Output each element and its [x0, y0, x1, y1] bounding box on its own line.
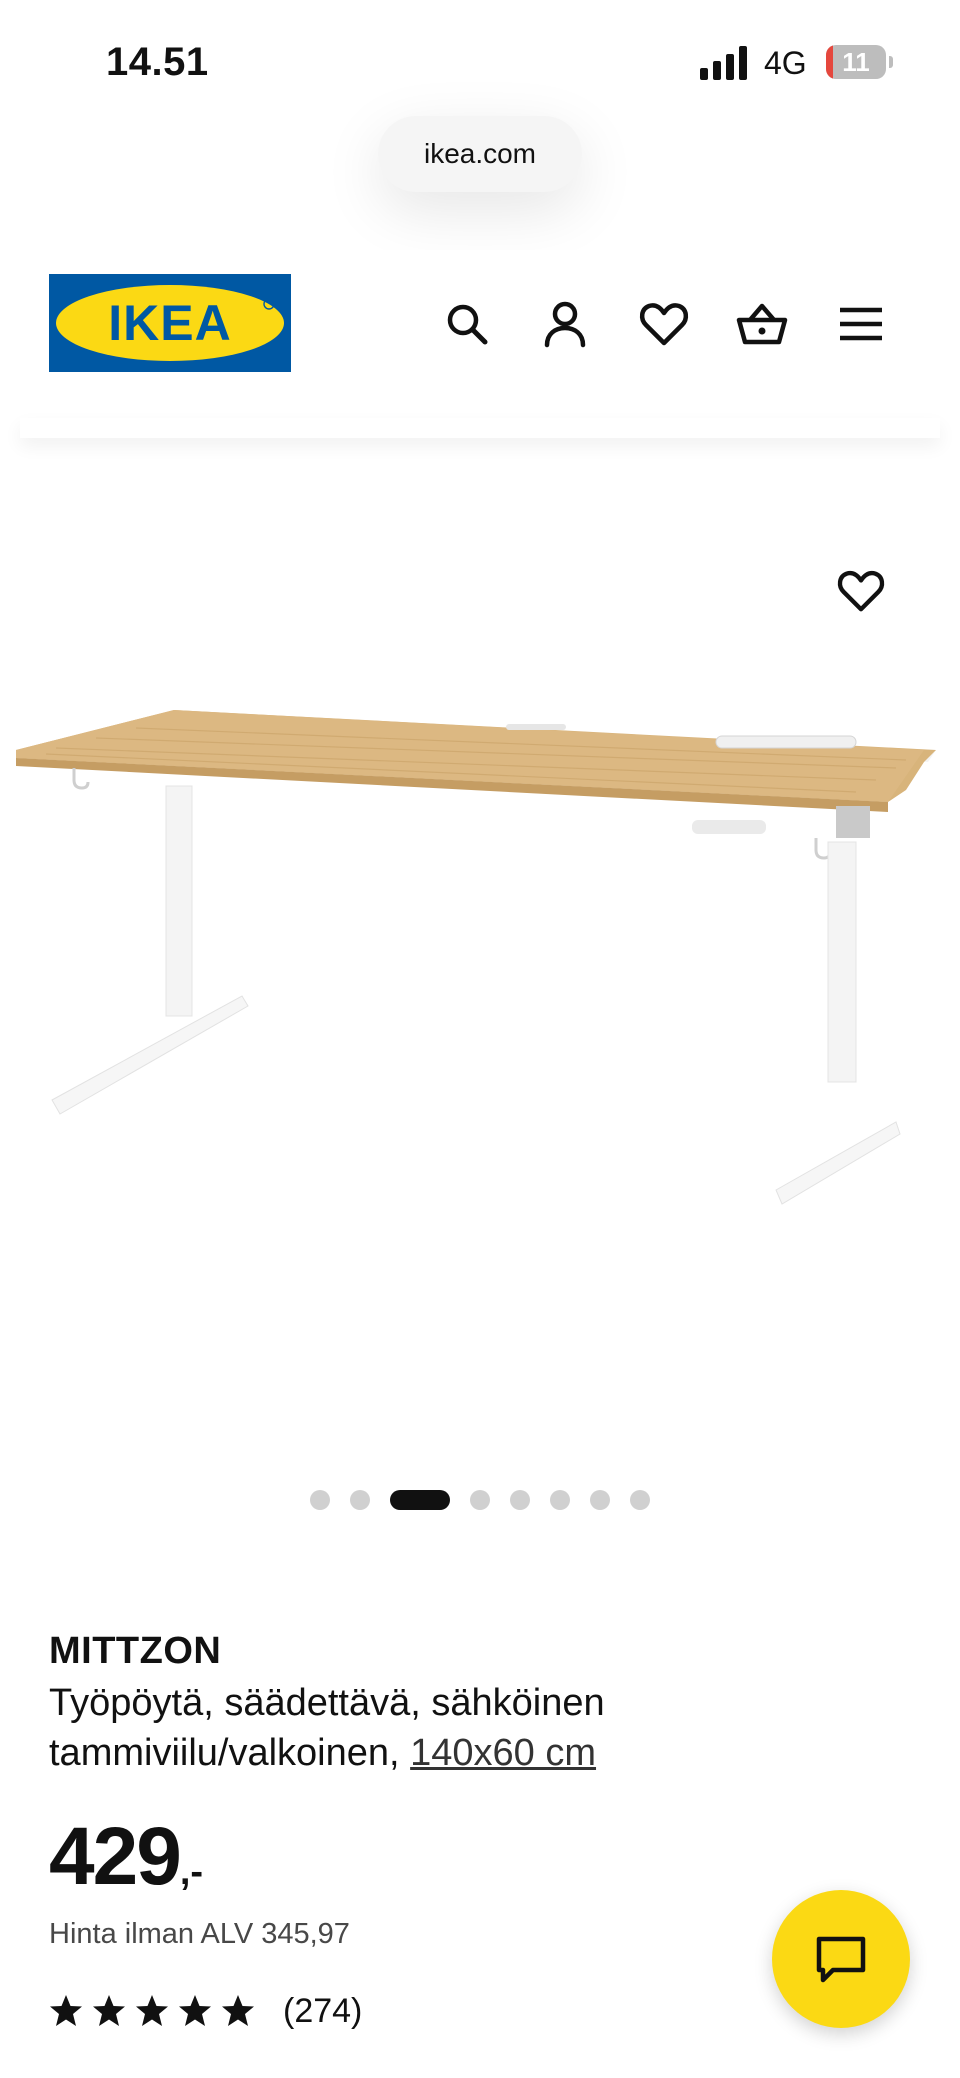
star-icon — [179, 1995, 211, 2026]
battery-level: 11 — [842, 47, 870, 77]
favourites-icon[interactable] — [638, 298, 690, 350]
status-time: 14.51 — [106, 40, 209, 84]
product-price: 429,- — [49, 1810, 204, 1902]
gallery-dot-active[interactable] — [390, 1490, 450, 1510]
add-to-favourites-icon[interactable] — [836, 566, 886, 616]
chat-icon — [816, 1936, 866, 1983]
gallery-pagination[interactable] — [0, 1490, 960, 1512]
star-icon — [136, 1995, 168, 2026]
price-suffix: ,- — [179, 1851, 204, 1893]
ikea-logo[interactable]: IKEA — [49, 274, 291, 372]
signal-icon — [700, 46, 747, 80]
gallery-dot[interactable] — [550, 1490, 570, 1510]
svg-text:IKEA: IKEA — [108, 295, 231, 351]
star-icon — [50, 1995, 82, 2026]
gallery-dot[interactable] — [470, 1490, 490, 1510]
product-size-link[interactable]: 140x60 cm — [410, 1732, 596, 1774]
product-gallery[interactable] — [0, 440, 960, 1490]
review-count[interactable]: (274) — [283, 1992, 362, 2031]
gallery-dot[interactable] — [350, 1490, 370, 1510]
price-without-vat: Hinta ilman ALV 345,97 — [49, 1918, 350, 1950]
network-type: 4G — [764, 45, 807, 81]
gallery-dot[interactable] — [510, 1490, 530, 1510]
header-shadow — [20, 418, 940, 438]
search-icon[interactable] — [441, 298, 493, 350]
gallery-dot[interactable] — [590, 1490, 610, 1510]
account-icon[interactable] — [539, 298, 591, 350]
status-bar: 14.51 4G 11 — [0, 0, 960, 120]
star-icon — [222, 1995, 254, 2026]
gallery-dot[interactable] — [630, 1490, 650, 1510]
product-description: Työpöytä, säädettävä, sähköinen tammivii… — [49, 1678, 849, 1778]
desk-image — [16, 710, 936, 1205]
gallery-dot[interactable] — [310, 1490, 330, 1510]
product-name: MITTZON — [49, 1630, 222, 1672]
menu-icon[interactable] — [835, 298, 887, 350]
site-header: IKEA — [0, 250, 960, 420]
url-bar[interactable]: ikea.com — [378, 116, 582, 192]
price-integer: 429 — [49, 1811, 182, 1902]
cart-icon[interactable] — [736, 298, 788, 350]
star-icon — [93, 1995, 125, 2026]
battery-icon: 11 — [826, 45, 894, 81]
chat-button[interactable] — [772, 1890, 910, 2028]
